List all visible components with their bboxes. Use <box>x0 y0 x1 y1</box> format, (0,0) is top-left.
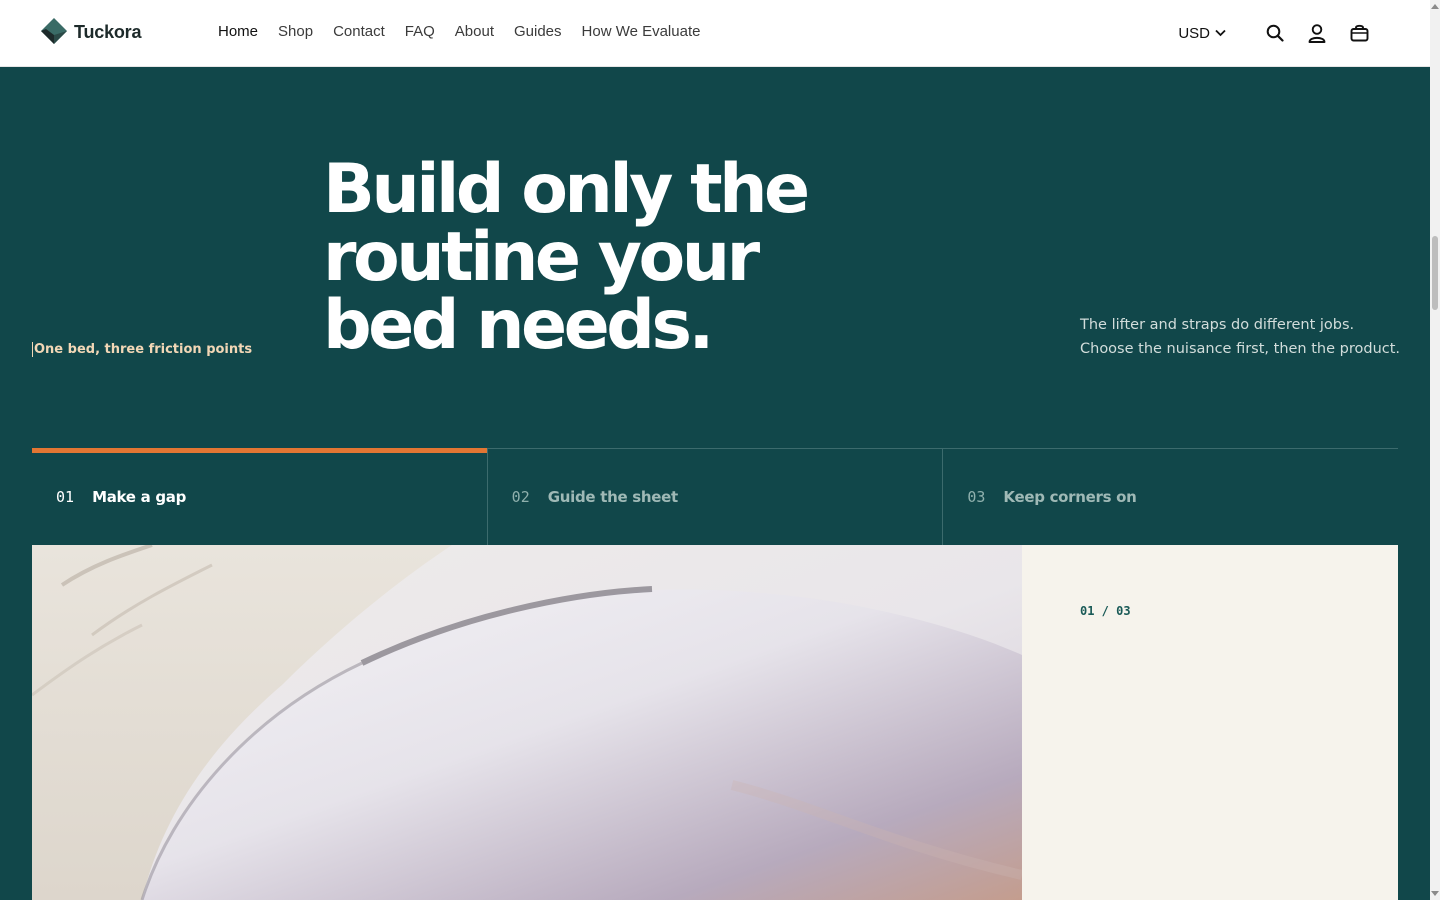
account-icon <box>1308 23 1326 43</box>
nav-faq[interactable]: FAQ <box>405 23 435 40</box>
step-tabs: 01 Make a gap 02 Guide the sheet 03 Keep… <box>32 448 1398 545</box>
tab-number: 01 <box>56 488 75 506</box>
tab-label: Guide the sheet <box>547 488 678 506</box>
scroll-thumb[interactable] <box>1432 236 1438 310</box>
nav-guides[interactable]: Guides <box>514 23 562 40</box>
nav-about[interactable]: About <box>455 23 494 40</box>
logo-icon <box>41 18 67 44</box>
tab-number: 03 <box>967 488 986 506</box>
search-button[interactable] <box>1262 20 1288 46</box>
account-button[interactable] <box>1304 20 1330 46</box>
brand-logo[interactable]: Tuckora <box>40 17 141 47</box>
tab-make-a-gap[interactable]: 01 Make a gap <box>32 448 487 545</box>
scroll-up-arrow[interactable] <box>1431 4 1439 9</box>
main-nav: Home Shop Contact FAQ About Guides How W… <box>218 23 700 40</box>
hero-subcopy: The lifter and straps do different jobs.… <box>1080 317 1401 357</box>
currency-selector[interactable]: USD <box>1178 25 1226 42</box>
step-info: 01 / 03 <box>1022 545 1398 900</box>
nav-contact[interactable]: Contact <box>333 23 385 40</box>
bed-sheet-photo <box>32 545 1022 900</box>
brand-name: Tuckora <box>74 21 142 42</box>
page-scrollbar[interactable] <box>1430 0 1440 900</box>
nav-home[interactable]: Home <box>218 23 258 40</box>
cart-icon <box>1350 24 1368 42</box>
hero-headline: Build only the routine your bed needs. <box>323 150 810 365</box>
tab-guide-the-sheet[interactable]: 02 Guide the sheet <box>486 449 943 545</box>
chevron-down-icon <box>1215 29 1226 37</box>
header-tools: USD <box>1178 20 1372 46</box>
tab-label: Make a gap <box>92 488 187 506</box>
tab-label: Keep corners on <box>1003 488 1137 506</box>
step-panel: 01 / 03 <box>32 545 1398 900</box>
tab-keep-corners-on[interactable]: 03 Keep corners on <box>942 449 1398 545</box>
tab-number: 02 <box>511 488 530 506</box>
cart-button[interactable] <box>1346 20 1372 46</box>
currency-label: USD <box>1178 24 1210 42</box>
site-header: Tuckora Home Shop Contact FAQ About Guid… <box>0 0 1430 67</box>
hero-eyebrow: One bed, three friction points <box>32 342 253 357</box>
step-counter: 01 / 03 <box>1080 604 1131 618</box>
scroll-down-arrow[interactable] <box>1431 891 1439 896</box>
nav-shop[interactable]: Shop <box>278 23 313 40</box>
search-icon <box>1266 24 1284 42</box>
nav-how-we-evaluate[interactable]: How We Evaluate <box>582 23 701 40</box>
